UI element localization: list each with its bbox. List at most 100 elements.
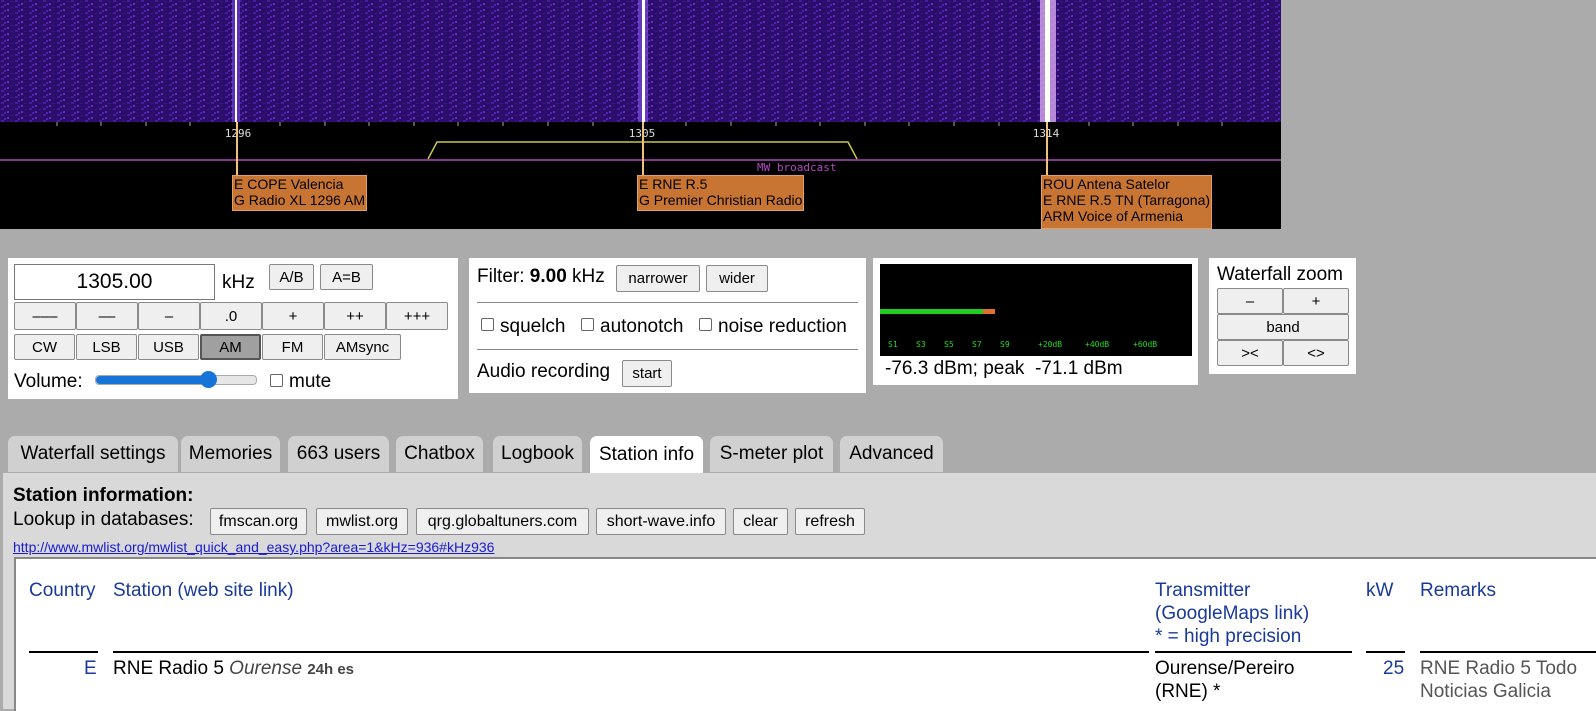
zoom-narrow-button[interactable]: >< xyxy=(1217,340,1283,366)
waterfall-display[interactable] xyxy=(0,0,1281,122)
autonotch-checkbox[interactable] xyxy=(581,318,594,331)
step-up-large-button[interactable]: +++ xyxy=(386,302,448,330)
band-label: MW broadcast xyxy=(757,161,837,174)
step-up-small-button[interactable]: + xyxy=(262,302,324,330)
audio-recording-label: Audio recording xyxy=(477,361,611,382)
zoom-out-button[interactable]: – xyxy=(1217,288,1283,314)
mode-usb-button[interactable]: USB xyxy=(138,334,199,360)
waterfall-graphic xyxy=(0,0,1281,122)
autonotch-label: autonotch xyxy=(600,316,684,337)
tab-memories[interactable]: Memories xyxy=(181,436,280,472)
smeter-scale-label: +60dB xyxy=(1133,340,1158,349)
smeter-scale-label: S1 xyxy=(888,340,898,349)
smeter-scale-label: S7 xyxy=(972,340,982,349)
column-header-kw: kW xyxy=(1366,580,1394,601)
mode-cw-button[interactable]: CW xyxy=(14,334,75,360)
lookup-label: Lookup in databases: xyxy=(13,509,194,530)
clear-button[interactable]: clear xyxy=(733,508,788,535)
station-info-title: Station information: xyxy=(13,485,194,506)
mode-amsync-button[interactable]: AMsync xyxy=(324,334,401,360)
step-down-large-button[interactable]: ––– xyxy=(14,302,76,330)
station-marker-line xyxy=(642,122,644,175)
row-country: E xyxy=(84,658,97,679)
column-header-remarks: Remarks xyxy=(1420,580,1497,601)
mode-am-button[interactable]: AM xyxy=(200,334,261,360)
wider-button[interactable]: wider xyxy=(706,265,768,292)
smeter-scale-label: S9 xyxy=(1000,340,1010,349)
waterfall-zoom-title: Waterfall zoom xyxy=(1217,264,1343,285)
header-underline xyxy=(1155,651,1352,653)
smeter-panel: S1 S3 S5 S7 S9 +20dB +40dB +60dB -76.3 d… xyxy=(873,258,1198,385)
header-underline xyxy=(1366,651,1405,653)
lookup-shortwave-info-button[interactable]: short-wave.info xyxy=(596,508,726,535)
step-down-medium-button[interactable]: –– xyxy=(76,302,138,330)
smeter-scale: S1 S3 S5 S7 S9 +20dB +40dB +60dB xyxy=(880,340,1192,352)
round-frequency-button[interactable]: .0 xyxy=(200,302,262,330)
tab-logbook[interactable]: Logbook xyxy=(493,436,582,472)
filter-label: Filter: 9.00 kHz xyxy=(477,266,605,287)
frequency-input[interactable] xyxy=(14,264,215,300)
tab-smeter-plot[interactable]: S-meter plot xyxy=(710,436,833,472)
column-header-country: Country xyxy=(29,580,96,601)
mwlist-link[interactable]: http://www.mwlist.org/mwlist_quick_and_e… xyxy=(13,539,494,555)
smeter-scale-label: +40dB xyxy=(1085,340,1110,349)
station-label-1296[interactable]: E COPE Valencia G Radio XL 1296 AM xyxy=(232,175,368,211)
squelch-checkbox[interactable] xyxy=(481,318,494,331)
mute-checkbox[interactable] xyxy=(270,374,283,387)
station-name: E RNE R.5 TN (Tarragona) xyxy=(1043,192,1211,208)
tab-users[interactable]: 663 users xyxy=(288,436,389,472)
noise-reduction-checkbox[interactable] xyxy=(699,318,712,331)
station-name: ROU Antena Satelor xyxy=(1043,176,1170,192)
filter-unit: kHz xyxy=(572,266,605,287)
tick-label: 1296 xyxy=(224,127,252,140)
recording-start-button[interactable]: start xyxy=(622,360,672,387)
row-remarks: RNE Radio 5 Todo Noticias Galicia xyxy=(1420,658,1578,702)
row-station[interactable]: RNE Radio 5 Ourense 24h es xyxy=(113,657,354,681)
narrower-button[interactable]: narrower xyxy=(616,265,700,292)
station-location: Ourense xyxy=(229,658,303,679)
station-name: E COPE Valencia xyxy=(234,176,344,192)
smeter-display: S1 S3 S5 S7 S9 +20dB +40dB +60dB xyxy=(880,264,1192,356)
vfo-ab-button[interactable]: A/B xyxy=(269,264,314,290)
station-label-1314[interactable]: ROU Antena Satelor E RNE R.5 TN (Tarrago… xyxy=(1041,175,1213,229)
squelch-label: squelch xyxy=(500,316,566,337)
volume-slider[interactable] xyxy=(95,371,257,388)
station-name: G Radio XL 1296 AM xyxy=(234,192,366,208)
smeter-reading: -76.3 dBm; peak -71.1 dBm xyxy=(885,358,1123,379)
smeter-scale-label: +20dB xyxy=(1038,340,1063,349)
smeter-peak-marker xyxy=(983,309,996,314)
mode-lsb-button[interactable]: LSB xyxy=(76,334,137,360)
volume-slider-thumb[interactable] xyxy=(200,371,217,388)
zoom-band-button[interactable]: band xyxy=(1217,314,1349,340)
station-label-1305[interactable]: E RNE R.5 G Premier Christian Radio xyxy=(637,175,805,211)
zoom-wide-button[interactable]: <> xyxy=(1283,340,1349,366)
tab-advanced[interactable]: Advanced xyxy=(840,436,943,472)
lookup-mwlist-button[interactable]: mwlist.org xyxy=(316,508,408,535)
header-underline xyxy=(1420,651,1596,653)
noise-reduction-label: noise reduction xyxy=(718,316,847,337)
refresh-button[interactable]: refresh xyxy=(795,508,865,535)
frequency-scale[interactable]: 1296 1305 1314 MW broadcast E COPE Valen… xyxy=(0,122,1281,229)
row-kw: 25 xyxy=(1383,658,1405,679)
station-name: E RNE R.5 xyxy=(639,176,708,192)
lookup-fmscan-button[interactable]: fmscan.org xyxy=(210,508,307,535)
tab-waterfall-settings[interactable]: Waterfall settings xyxy=(8,436,178,472)
step-down-small-button[interactable]: – xyxy=(138,302,200,330)
vfo-a-equals-b-button[interactable]: A=B xyxy=(320,264,373,290)
station-name: ARM Voice of Armenia xyxy=(1043,208,1184,224)
station-marker-line xyxy=(1046,122,1048,175)
mode-fm-button[interactable]: FM xyxy=(262,334,323,360)
smeter-level-bar xyxy=(880,309,996,314)
column-header-station: Station (web site link) xyxy=(113,580,294,601)
row-transmitter[interactable]: Ourense/Pereiro (RNE) * xyxy=(1155,657,1294,703)
header-underline xyxy=(29,651,98,653)
divider xyxy=(477,302,858,303)
volume-label: Volume: xyxy=(14,371,83,392)
lookup-globaltuners-button[interactable]: qrg.globaltuners.com xyxy=(416,508,589,535)
tab-station-info[interactable]: Station info xyxy=(590,436,703,474)
zoom-in-button[interactable]: + xyxy=(1283,288,1349,314)
smeter-scale-label: S5 xyxy=(944,340,954,349)
tuning-panel: kHz A/B A=B ––– –– – .0 + ++ +++ CW LSB … xyxy=(8,258,458,399)
step-up-medium-button[interactable]: ++ xyxy=(324,302,386,330)
tab-chatbox[interactable]: Chatbox xyxy=(396,436,483,472)
